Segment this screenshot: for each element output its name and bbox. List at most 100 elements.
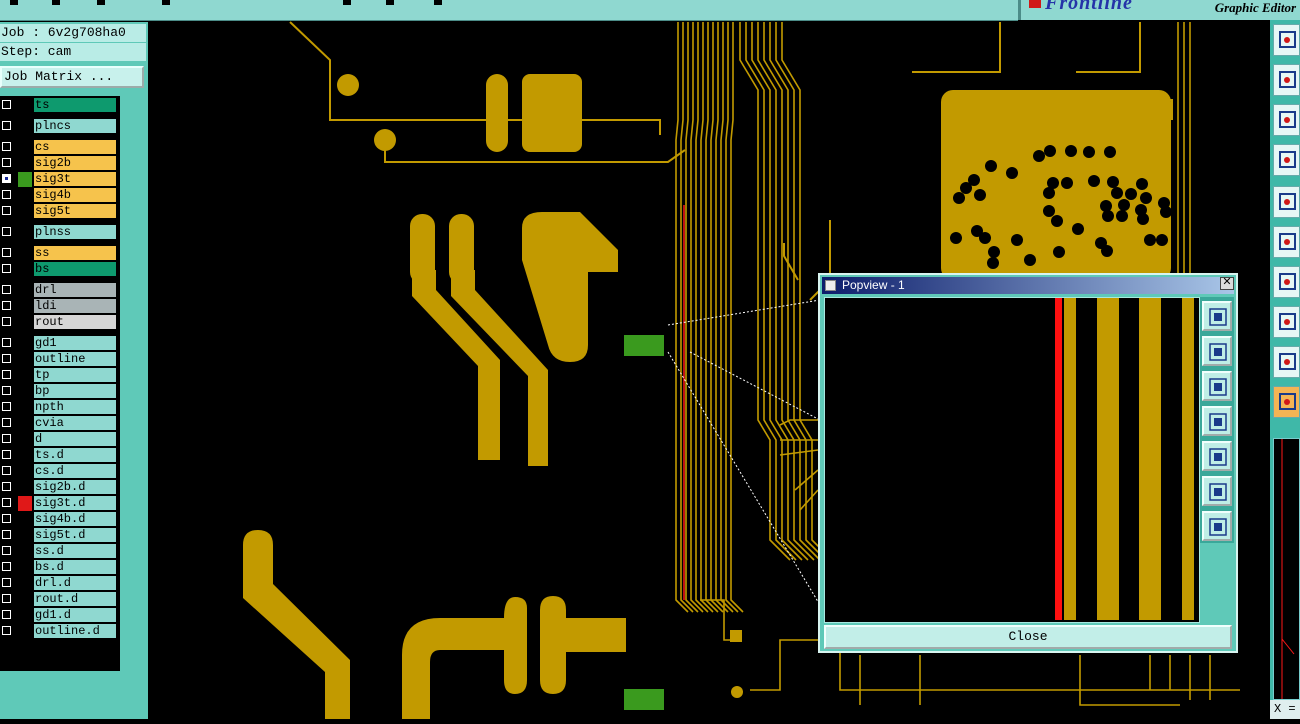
zoom-in-icon[interactable] — [1202, 476, 1232, 506]
triangle-icon[interactable] — [1273, 266, 1300, 298]
layer-row[interactable]: drl.d — [0, 576, 116, 591]
layer-affected-swatch[interactable] — [18, 464, 32, 479]
layer-checkbox[interactable] — [2, 317, 11, 326]
layer-name[interactable]: rout — [34, 315, 116, 329]
layer-row[interactable]: sig3t — [0, 172, 116, 187]
layer-checkbox[interactable] — [2, 450, 11, 459]
layer-name[interactable]: sig3t — [34, 172, 116, 186]
layer-affected-swatch[interactable] — [18, 528, 32, 543]
layer-row[interactable]: sig4b — [0, 188, 116, 203]
popview-canvas[interactable] — [824, 297, 1200, 623]
menu-item-marker[interactable] — [434, 0, 442, 5]
layer-name[interactable]: sig2b.d — [34, 480, 116, 494]
layer-row[interactable]: cs — [0, 140, 116, 155]
layer-checkbox[interactable] — [2, 338, 11, 347]
layer-affected-swatch[interactable] — [18, 352, 32, 367]
layer-name[interactable]: bs — [34, 262, 116, 276]
layer-row[interactable]: cvia — [0, 416, 116, 431]
layer-row[interactable]: sig5t — [0, 204, 116, 219]
layer-affected-swatch[interactable] — [18, 560, 32, 575]
layer-row[interactable]: ss.d — [0, 544, 116, 559]
mini-view[interactable] — [1273, 438, 1300, 700]
layer-name[interactable]: sig5t — [34, 204, 116, 218]
layer-name[interactable]: bp — [34, 384, 116, 398]
layer-affected-swatch[interactable] — [18, 283, 32, 298]
layer-checkbox[interactable] — [2, 206, 11, 215]
open-icon[interactable] — [1273, 24, 1300, 56]
layer-affected-swatch[interactable] — [18, 368, 32, 383]
layer-checkbox[interactable] — [2, 402, 11, 411]
layer-name[interactable]: tp — [34, 368, 116, 382]
layer-name[interactable]: ldi — [34, 299, 116, 313]
layer-name[interactable]: cs.d — [34, 464, 116, 478]
layer-affected-swatch[interactable] — [18, 384, 32, 399]
layer-affected-swatch[interactable] — [18, 98, 32, 113]
window-menu-icon[interactable] — [825, 280, 836, 291]
menu-item-marker[interactable] — [52, 0, 60, 5]
layer-checkbox[interactable] — [2, 354, 11, 363]
layer-affected-swatch[interactable] — [18, 204, 32, 219]
layer-affected-swatch[interactable] — [18, 156, 32, 171]
layer-row[interactable]: ts — [0, 98, 116, 113]
layer-checkbox[interactable] — [2, 610, 11, 619]
layer-name[interactable]: plnss — [34, 225, 116, 239]
layer-name[interactable]: gd1.d — [34, 608, 116, 622]
layer-checkbox[interactable] — [2, 190, 11, 199]
pointer-icon[interactable] — [1273, 386, 1300, 418]
layer-affected-swatch[interactable] — [18, 262, 32, 277]
layer-affected-swatch[interactable] — [18, 315, 32, 330]
net-icon[interactable] — [1273, 226, 1300, 258]
layer-name[interactable]: sig4b — [34, 188, 116, 202]
layer-row[interactable]: drl — [0, 283, 116, 298]
pan-left-icon[interactable] — [1202, 406, 1232, 436]
layer-checkbox[interactable] — [2, 514, 11, 523]
layer-affected-swatch[interactable] — [18, 544, 32, 559]
warning-icon[interactable] — [1273, 346, 1300, 378]
layer-name[interactable]: outline — [34, 352, 116, 366]
layer-checkbox[interactable] — [2, 121, 11, 130]
layer-affected-swatch[interactable] — [18, 336, 32, 351]
layer-affected-swatch[interactable] — [18, 576, 32, 591]
layer-row[interactable]: sig3t.d — [0, 496, 116, 511]
layer-affected-swatch[interactable] — [18, 512, 32, 527]
menu-item-marker[interactable] — [343, 0, 351, 5]
layer-checkbox[interactable] — [2, 498, 11, 507]
layer-checkbox[interactable] — [2, 100, 11, 109]
layer-row[interactable]: plnss — [0, 225, 116, 240]
close-button[interactable]: Close — [824, 625, 1232, 649]
layer-checkbox[interactable] — [2, 578, 11, 587]
layer-checkbox[interactable] — [2, 562, 11, 571]
layer-checkbox[interactable] — [2, 227, 11, 236]
layer-row[interactable]: ss — [0, 246, 116, 261]
pan-right-icon[interactable] — [1202, 441, 1232, 471]
layer-name[interactable]: ts.d — [34, 448, 116, 462]
layer-row[interactable]: tp — [0, 368, 116, 383]
layer-name[interactable]: sig4b.d — [34, 512, 116, 526]
layer-row[interactable]: bs.d — [0, 560, 116, 575]
layer-checkbox[interactable] — [2, 285, 11, 294]
layer-name[interactable]: rout.d — [34, 592, 116, 606]
pan-up-icon[interactable] — [1202, 336, 1232, 366]
layer-name[interactable]: drl — [34, 283, 116, 297]
layer-row[interactable]: cs.d — [0, 464, 116, 479]
layer-checkbox[interactable] — [2, 248, 11, 257]
layer-row[interactable]: bs — [0, 262, 116, 277]
layer-row[interactable]: sig4b.d — [0, 512, 116, 527]
zoom-out-icon[interactable] — [1202, 511, 1232, 541]
layer-checkbox[interactable] — [2, 370, 11, 379]
layer-name[interactable]: plncs — [34, 119, 116, 133]
layer-affected-swatch[interactable] — [18, 432, 32, 447]
layer-affected-swatch[interactable] — [18, 496, 32, 511]
layer-affected-swatch[interactable] — [18, 608, 32, 623]
popview-titlebar[interactable]: Popview - 1 — [822, 277, 1234, 294]
close-icon[interactable]: ✕ — [1220, 277, 1234, 290]
layer-affected-swatch[interactable] — [18, 448, 32, 463]
menu-item-marker[interactable] — [97, 0, 105, 5]
layer-name[interactable]: outline.d — [34, 624, 116, 638]
menu-item-marker[interactable] — [10, 0, 18, 5]
layer-name[interactable]: drl.d — [34, 576, 116, 590]
layer-name[interactable]: cvia — [34, 416, 116, 430]
layer-affected-swatch[interactable] — [18, 225, 32, 240]
layer-checkbox[interactable] — [2, 386, 11, 395]
layer-name[interactable]: bs.d — [34, 560, 116, 574]
